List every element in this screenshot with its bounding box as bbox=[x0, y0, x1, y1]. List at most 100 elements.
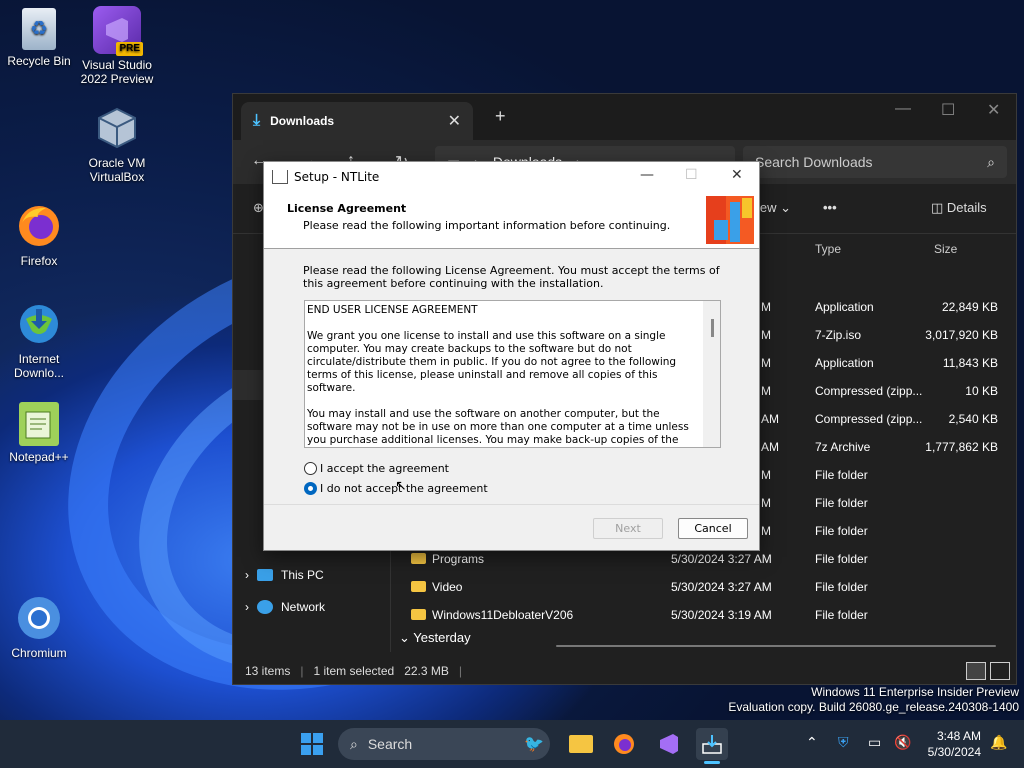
details-view-icon[interactable] bbox=[966, 662, 986, 680]
maximize-button[interactable]: ☐ bbox=[941, 100, 955, 120]
sidebar-item-label: Network bbox=[281, 600, 326, 614]
virtualbox-icon bbox=[93, 104, 141, 152]
mouse-cursor-icon: ↖ bbox=[395, 478, 407, 494]
evaluation-watermark: Windows 11 Enterprise Insider Preview Ev… bbox=[728, 685, 1019, 715]
desktop-icon-label: Chromium bbox=[11, 646, 67, 660]
notepad-plus-plus-icon bbox=[19, 402, 59, 446]
search-icon: ⌕ bbox=[350, 735, 358, 752]
taskbar-search[interactable]: ⌕ Search 🐦 bbox=[338, 728, 550, 760]
minimize-button[interactable]: — bbox=[640, 167, 654, 183]
cancel-button[interactable]: Cancel bbox=[678, 518, 748, 539]
sidebar-item-this-pc[interactable]: › This PC bbox=[245, 568, 324, 582]
desktop-icon-label: Notepad++ bbox=[9, 450, 69, 464]
desktop-icon-internet-download-manager[interactable]: Internet Downlo... bbox=[0, 300, 78, 380]
close-button[interactable]: ✕ bbox=[731, 167, 743, 183]
desktop-icon-firefox[interactable]: Firefox bbox=[0, 202, 78, 268]
show-hidden-icons-chevron-up-icon[interactable]: ⌃ bbox=[806, 734, 818, 751]
license-text-box[interactable]: END USER LICENSE AGREEMENT We grant you … bbox=[304, 300, 721, 448]
visual-studio-icon: PRE bbox=[93, 6, 143, 56]
maximize-button: ☐ bbox=[685, 167, 698, 183]
table-row[interactable]: Video 5/30/2024 3:27 AM File folder bbox=[391, 573, 1016, 601]
item-count: 13 items bbox=[245, 664, 291, 678]
desktop-icon-label: Visual Studio 2022 Preview bbox=[80, 58, 154, 86]
search-label: Search bbox=[367, 736, 413, 752]
watermark-line: Windows 11 Enterprise Insider Preview bbox=[811, 685, 1019, 699]
taskbar-setup[interactable] bbox=[696, 728, 728, 764]
taskbar-visual-studio[interactable] bbox=[653, 728, 685, 760]
more-options-button[interactable]: ••• bbox=[823, 200, 837, 215]
status-bar: 13 items | 1 item selected 22.3 MB | bbox=[233, 658, 1016, 684]
desktop-icon-label: Firefox bbox=[20, 254, 58, 268]
radio-button-checked[interactable] bbox=[304, 482, 317, 495]
dialog-title-bar: Setup - NTLite — ☐ ✕ bbox=[264, 162, 759, 191]
download-icon: ⤓ bbox=[253, 112, 261, 129]
chevron-right-icon: › bbox=[245, 568, 249, 582]
folder-icon bbox=[411, 581, 426, 592]
desktop-icon-label: Internet Downlo... bbox=[13, 352, 65, 380]
page-subtitle: Please read the following important info… bbox=[303, 219, 671, 232]
accept-radio[interactable]: I accept the agreement bbox=[304, 462, 449, 475]
desktop-icon-notepad-plus-plus[interactable]: Notepad++ bbox=[0, 402, 78, 464]
network-icon[interactable]: ▭ bbox=[868, 734, 881, 751]
chromium-icon bbox=[15, 594, 63, 642]
selection-size: 22.3 MB bbox=[404, 664, 449, 678]
column-header-type[interactable]: Type bbox=[815, 242, 841, 270]
search-input[interactable]: Search Downloads ⌕ bbox=[743, 146, 1007, 178]
close-tab-icon[interactable]: ✕ bbox=[448, 111, 461, 131]
next-button[interactable]: Next bbox=[593, 518, 663, 539]
clock-time: 3:48 AM bbox=[936, 729, 981, 743]
desktop-icon-chromium[interactable]: Chromium bbox=[0, 594, 78, 660]
table-row[interactable]: Windows11DebloaterV206 5/30/2024 3:19 AM F… bbox=[391, 601, 1016, 629]
network-icon bbox=[257, 600, 273, 614]
view-button[interactable]: iew ⌄ bbox=[757, 200, 791, 216]
tab-title: Downloads bbox=[270, 114, 335, 128]
new-tab-button[interactable]: + bbox=[495, 106, 506, 127]
search-icon: ⌕ bbox=[987, 153, 995, 170]
search-highlight-icon: 🐦 bbox=[524, 736, 544, 753]
taskbar-firefox[interactable] bbox=[608, 728, 640, 760]
desktop-icon-recycle-bin[interactable]: ♻ Recycle Bin bbox=[0, 8, 78, 68]
taskbar-file-explorer[interactable] bbox=[565, 728, 597, 760]
ntlite-logo-icon bbox=[706, 196, 754, 244]
file-explorer-icon bbox=[569, 735, 593, 753]
installer-icon bbox=[272, 169, 288, 184]
windows-logo-icon bbox=[301, 733, 323, 755]
minimize-button[interactable]: — bbox=[895, 100, 911, 118]
this-pc-icon bbox=[257, 569, 273, 581]
sidebar-item-label: This PC bbox=[281, 568, 324, 582]
tiles-view-icon[interactable] bbox=[990, 662, 1010, 680]
taskbar: ⌕ Search 🐦 ⌃ ⛨ ▭ 🔇 3:48 AM 5/30/2024 🔔 bbox=[0, 720, 1024, 768]
license-scrollbar[interactable] bbox=[703, 301, 720, 447]
explorer-tab-bar: ⤓ Downloads ✕ + — ☐ ✕ bbox=[233, 94, 1016, 140]
sidebar-item-network[interactable]: › Network bbox=[245, 600, 325, 614]
search-placeholder: Search Downloads bbox=[755, 154, 873, 170]
accept-label[interactable]: I accept the agreement bbox=[320, 462, 449, 475]
close-window-button[interactable]: ✕ bbox=[987, 100, 1000, 120]
scroll-thumb[interactable] bbox=[711, 319, 714, 337]
setup-dialog: Setup - NTLite — ☐ ✕ License Agreement P… bbox=[263, 161, 760, 551]
notification-bell-icon[interactable]: 🔔 bbox=[990, 734, 1007, 751]
security-shield-icon[interactable]: ⛨ bbox=[838, 734, 849, 751]
internet-download-manager-icon bbox=[15, 300, 63, 348]
details-button[interactable]: ◫ Details bbox=[931, 200, 987, 216]
horizontal-scrollbar[interactable] bbox=[556, 645, 996, 647]
desktop-icon-visual-studio[interactable]: PRE Visual Studio 2022 Preview bbox=[78, 6, 156, 86]
desktop-icon-virtualbox[interactable]: Oracle VM VirtualBox bbox=[78, 104, 156, 184]
clock-date: 5/30/2024 bbox=[927, 745, 981, 759]
column-header-size[interactable]: Size bbox=[934, 242, 957, 270]
intro-text: Please read the following License Agreem… bbox=[303, 264, 720, 290]
radio-button-unchecked[interactable] bbox=[304, 462, 317, 475]
active-indicator bbox=[704, 761, 720, 764]
desktop-icon-label: Recycle Bin bbox=[7, 54, 71, 68]
dialog-header: License Agreement Please read the follow… bbox=[264, 191, 759, 249]
watermark-line: Evaluation copy. Build 26080.ge_release.… bbox=[728, 700, 1019, 714]
firefox-icon bbox=[614, 734, 634, 754]
firefox-icon bbox=[15, 202, 63, 250]
visual-studio-icon bbox=[660, 734, 678, 754]
clock[interactable]: 3:48 AM 5/30/2024 bbox=[921, 728, 981, 760]
tab-downloads[interactable]: ⤓ Downloads ✕ bbox=[241, 102, 473, 140]
start-button[interactable] bbox=[296, 728, 328, 760]
folder-icon bbox=[411, 609, 426, 620]
volume-muted-icon[interactable]: 🔇 bbox=[894, 734, 911, 751]
dialog-footer: Next Cancel bbox=[264, 504, 759, 550]
